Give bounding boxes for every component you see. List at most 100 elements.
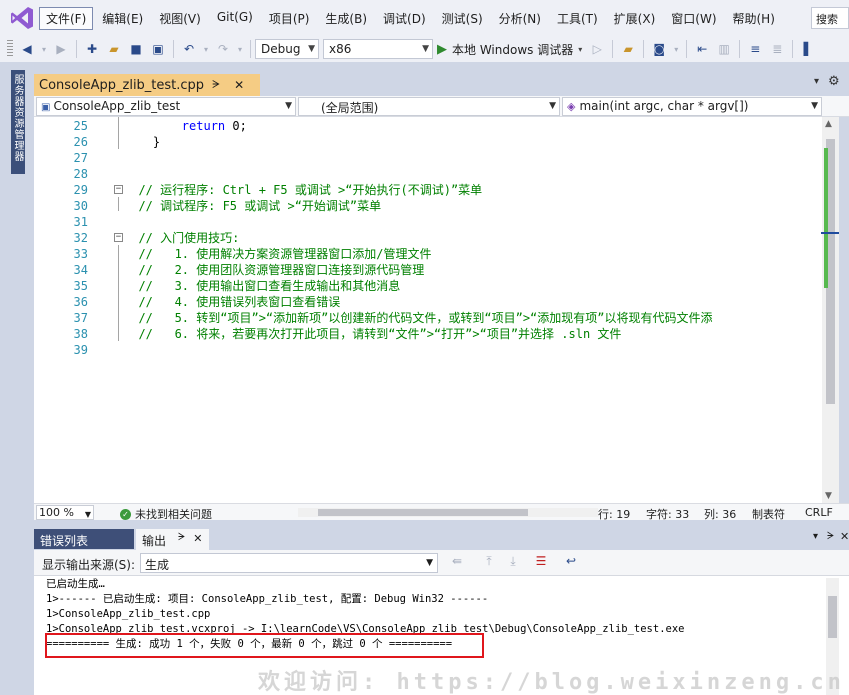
menu-item[interactable]: 调试(D) — [376, 7, 433, 30]
uncomment-icon[interactable]: ≣ — [768, 40, 786, 58]
camera-icon[interactable]: ◙ — [650, 40, 668, 58]
close-icon[interactable]: ✕ — [840, 530, 849, 543]
menu-item[interactable]: 帮助(H) — [726, 7, 782, 30]
code-line: 33 // 1. 使用解决方案资源管理器窗口添加/管理文件 — [34, 246, 834, 262]
code-line: 25 return 0; — [34, 118, 834, 134]
output-source-combo[interactable]: 生成 ▼ — [140, 553, 438, 573]
menu-item[interactable]: 测试(S) — [435, 7, 490, 30]
pin-icon[interactable]: ᗒ — [212, 78, 220, 92]
code-line: 39 — [34, 342, 834, 358]
code-token: // 运行程序: Ctrl + F5 或调试 >“开始执行(不调试)”菜单 — [124, 183, 483, 197]
tab-list-dropdown-icon[interactable]: ▾ — [814, 76, 819, 87]
panel-menu-icon[interactable]: ▾ — [813, 531, 818, 542]
search-input[interactable]: 搜索 — [811, 7, 849, 29]
save-all-icon[interactable]: ▣ — [149, 40, 167, 58]
back-icon[interactable]: ◀ — [18, 40, 36, 58]
code-line: 29 − // 运行程序: Ctrl + F5 或调试 >“开始执行(不调试)”菜… — [34, 182, 834, 198]
menu-item[interactable]: 分析(N) — [492, 7, 548, 30]
menu-item[interactable]: 生成(B) — [318, 7, 374, 30]
editor-horizontal-scrollbar[interactable] — [298, 508, 598, 517]
gear-icon[interactable]: ⚙ — [828, 74, 840, 89]
next-message-icon[interactable]: ⤓ — [504, 554, 522, 572]
menu-item[interactable]: 窗口(W) — [664, 7, 723, 30]
bookmark-icon[interactable]: ▌ — [799, 40, 817, 58]
server-explorer-tab[interactable]: 服务器资源管理器 — [11, 70, 25, 174]
toolbar-separator — [76, 40, 77, 58]
code-line: 32 − // 入门使用技巧: — [34, 230, 834, 246]
toolbar-separator — [250, 40, 251, 58]
solution-platform-combo[interactable]: x86 ▼ — [323, 39, 433, 59]
toggle-word-wrap-icon[interactable]: ↩ — [562, 554, 580, 572]
document-tab-title: ConsoleApp_zlib_test.cpp — [39, 77, 205, 93]
previous-message-icon[interactable]: ⤒ — [480, 554, 498, 572]
line-number: 32 — [73, 231, 88, 245]
forward-icon[interactable]: ▶ — [52, 40, 70, 58]
menu-item[interactable]: 编辑(E) — [95, 7, 150, 30]
solution-configuration-combo[interactable]: Debug ▼ — [255, 39, 319, 59]
find-message-in-code-icon[interactable]: ⇚ — [448, 554, 466, 572]
navigation-bar: ▣ ConsoleApp_zlib_test ▼ (全局范围) ▼ ◈ main(i… — [34, 96, 849, 117]
pin-icon[interactable]: ᗒ — [178, 532, 185, 550]
start-debugging-button[interactable]: ▶ 本地 Windows 调试器 ▾ — [437, 41, 582, 58]
line-ending-indicator[interactable]: CRLF — [805, 506, 833, 519]
new-project-icon[interactable]: ✚ — [83, 40, 101, 58]
code-text: return 0; — [124, 118, 247, 134]
camera-dropdown-icon[interactable]: ▾ — [672, 40, 680, 58]
redo-dropdown-icon[interactable]: ▾ — [236, 40, 244, 58]
tab-error-list[interactable]: 错误列表 — [34, 529, 134, 549]
open-folder-icon[interactable]: ▰ — [105, 40, 123, 58]
toolbar-separator — [686, 40, 688, 58]
scroll-down-icon[interactable]: ▼ — [825, 491, 832, 501]
dropdown-arrow-icon[interactable]: ▾ — [40, 40, 48, 58]
chevron-down-icon: ▼ — [422, 44, 429, 54]
scrollbar-thumb[interactable] — [318, 509, 528, 516]
collapse-icon[interactable]: − — [114, 185, 123, 194]
clear-all-icon[interactable]: ☰ — [532, 554, 550, 572]
function-icon: ◈ — [567, 100, 576, 113]
collapse-icon[interactable]: − — [114, 233, 123, 242]
panel-splitter[interactable] — [34, 520, 849, 528]
menu-item[interactable]: 项目(P) — [262, 7, 317, 30]
close-icon[interactable]: ✕ — [193, 532, 202, 550]
menu-item[interactable]: 视图(V) — [152, 7, 208, 30]
output-line: 1>------ 已启动生成: 项目: ConsoleApp_zlib_test… — [46, 593, 489, 605]
code-editor[interactable]: 25 return 0; 26 } 27 28 29− // 运行程序: Ctrl + … — [34, 117, 839, 503]
output-tab-label: 输出 — [142, 534, 167, 548]
function-combo[interactable]: ◈ main(int argc, char * argv[]) ▼ — [562, 97, 822, 116]
menu-item[interactable]: 文件(F) — [39, 6, 94, 30]
scrollbar-change-marker — [824, 148, 828, 288]
menu-item[interactable]: 工具(T) — [550, 7, 605, 30]
code-line: 28 — [34, 166, 834, 182]
document-tab[interactable]: ConsoleApp_zlib_test.cpp ᗒ ✕ — [34, 74, 260, 96]
code-line: 38 // 6. 将来，若要再次打开此项目，请转到“文件”>“打开”>“项目”并… — [34, 326, 834, 342]
toolbar-grip[interactable] — [7, 40, 13, 58]
menu-item[interactable]: Git(G) — [210, 7, 260, 30]
visual-studio-logo-icon — [11, 7, 33, 29]
toolbar-separator — [643, 40, 645, 58]
code-token: } — [124, 135, 161, 149]
close-icon[interactable]: ✕ — [234, 78, 244, 92]
breakpoint-icon[interactable]: ▥ — [715, 40, 733, 58]
save-icon[interactable]: ■ — [127, 40, 145, 58]
scroll-up-icon[interactable]: ▲ — [825, 119, 832, 129]
code-line: 27 — [34, 150, 834, 166]
step-icon[interactable]: ⇤ — [693, 40, 711, 58]
redo-icon[interactable]: ↷ — [214, 40, 232, 58]
tab-output[interactable]: 输出 ᗒ ✕ — [136, 529, 209, 550]
undo-icon[interactable]: ↶ — [180, 40, 198, 58]
auto-hide-pin-icon[interactable]: ᗒ — [827, 531, 834, 542]
toolbar-separator — [612, 40, 614, 58]
code-line: 36 // 4. 使用错误列表窗口查看错误 — [34, 294, 834, 310]
undo-dropdown-icon[interactable]: ▾ — [202, 40, 210, 58]
code-text: // 3. 使用输出窗口查看生成输出和其他消息 — [124, 278, 400, 294]
zoom-combo[interactable]: 100 % ▼ — [36, 505, 94, 520]
menu-item[interactable]: 扩展(X) — [607, 7, 663, 30]
folder-icon[interactable]: ▰ — [619, 40, 637, 58]
line-number: 31 — [73, 215, 88, 229]
check-icon: ✓ — [120, 508, 131, 520]
scope-combo[interactable]: (全局范围) ▼ — [298, 97, 560, 116]
comment-icon[interactable]: ≡ — [746, 40, 764, 58]
start-without-debugging-icon[interactable]: ▷ — [588, 40, 606, 58]
project-combo[interactable]: ▣ ConsoleApp_zlib_test ▼ — [36, 97, 296, 116]
scrollbar-thumb[interactable] — [828, 596, 837, 638]
